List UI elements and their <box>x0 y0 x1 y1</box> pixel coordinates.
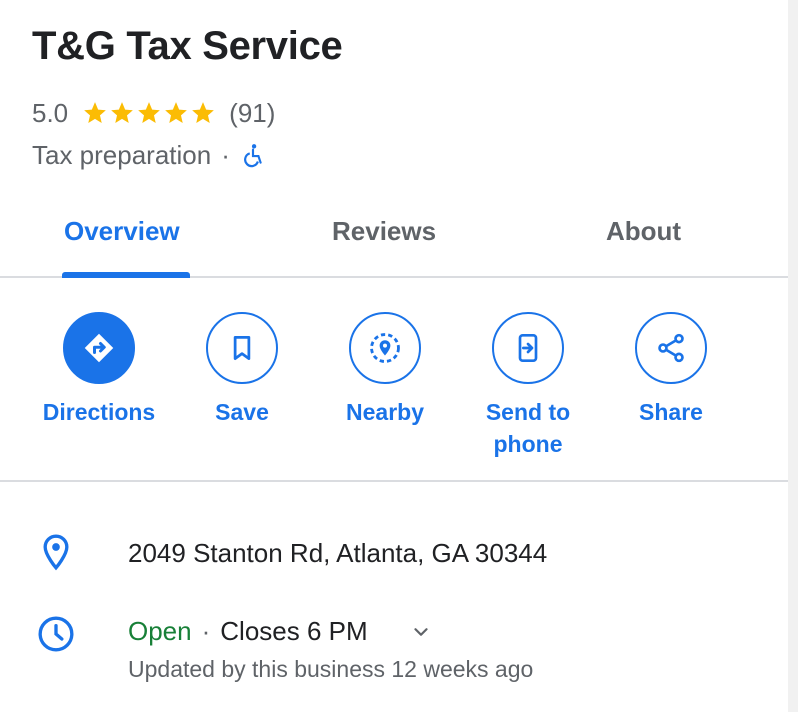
send-to-phone-label: Send to phone <box>486 396 570 460</box>
clock-icon <box>38 616 74 652</box>
rating-value: 5.0 <box>32 97 69 128</box>
hours-separator: · <box>201 616 211 646</box>
share-icon <box>658 333 684 363</box>
place-title: T&G Tax Service <box>32 24 343 68</box>
chevron-down-icon[interactable] <box>410 621 432 643</box>
save-label: Save <box>215 399 269 425</box>
closing-time: Closes 6 PM <box>220 616 368 646</box>
share-button[interactable]: Share <box>601 312 741 428</box>
tab-about[interactable]: About <box>606 216 681 247</box>
send-to-phone-label-line2: phone <box>493 431 563 457</box>
review-count[interactable]: (91) <box>229 98 275 129</box>
location-pin-icon <box>43 534 69 571</box>
directions-button[interactable]: Directions <box>29 312 169 428</box>
tab-bar: Overview Reviews About <box>0 200 788 278</box>
nearby-circle[interactable] <box>349 312 421 384</box>
open-status: Open <box>128 616 192 646</box>
bookmark-icon <box>233 336 251 360</box>
nearby-label: Nearby <box>346 399 424 425</box>
directions-icon <box>84 333 114 363</box>
share-circle[interactable] <box>635 312 707 384</box>
share-label: Share <box>639 399 703 425</box>
hours-updated-note: Updated by this business 12 weeks ago <box>128 656 534 682</box>
category-label[interactable]: Tax preparation <box>32 140 211 171</box>
star-icon <box>165 102 187 123</box>
wheelchair-icon[interactable] <box>240 142 266 168</box>
star-icon <box>192 102 214 123</box>
send-to-phone-label-line1: Send to <box>485 399 571 425</box>
nearby-button[interactable]: Nearby <box>315 312 455 428</box>
star-icon <box>84 102 106 123</box>
separator-dot: · <box>221 139 230 170</box>
send-to-phone-circle[interactable] <box>492 312 564 384</box>
save-button[interactable]: Save <box>172 312 312 428</box>
active-tab-indicator <box>62 272 190 278</box>
save-circle[interactable] <box>206 312 278 384</box>
directions-label: Directions <box>42 399 156 425</box>
hours-toggle[interactable]: Open · Closes 6 PM <box>128 616 432 647</box>
action-bar: Directions Save Nearby Send to phone Sha… <box>0 280 788 482</box>
tab-overview[interactable]: Overview <box>64 216 180 247</box>
star-icon <box>138 102 160 123</box>
address-text[interactable]: 2049 Stanton Rd, Atlanta, GA 30344 <box>128 538 547 569</box>
directions-circle[interactable] <box>63 312 135 384</box>
category-row: Tax preparation · <box>32 138 266 172</box>
scrollbar[interactable] <box>788 0 798 712</box>
star-rating <box>82 100 217 126</box>
star-icon <box>111 102 133 123</box>
tab-reviews[interactable]: Reviews <box>332 216 436 247</box>
send-to-phone-icon <box>518 334 538 362</box>
send-to-phone-button[interactable]: Send to phone <box>458 312 598 460</box>
nearby-icon <box>370 333 400 363</box>
rating-row: 5.0 (91) <box>32 96 275 130</box>
